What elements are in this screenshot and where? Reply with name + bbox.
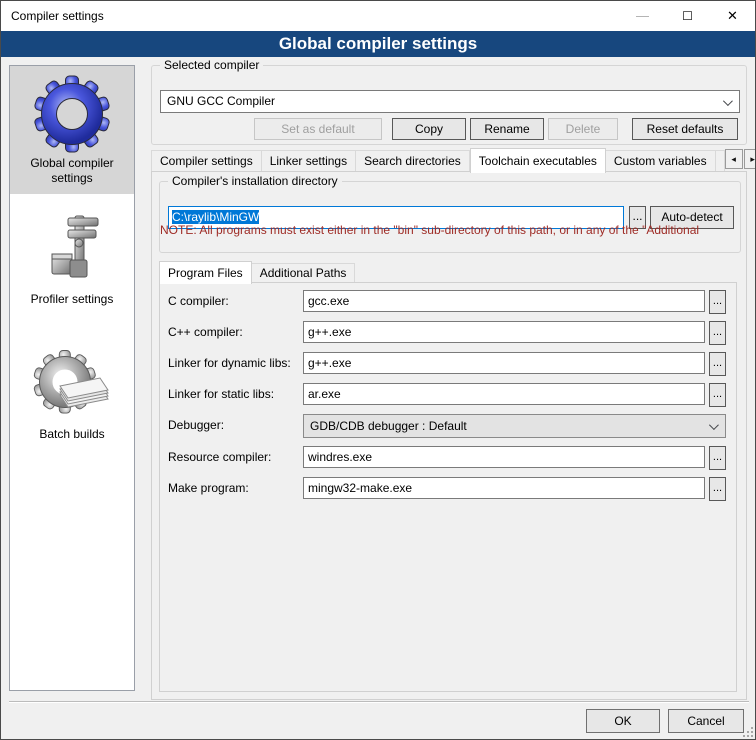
set-as-default-button[interactable]: Set as default [254,118,382,140]
window-title: Compiler settings [11,9,104,23]
tab-scroll-buttons: ◂ ▸ [725,149,756,169]
resize-grip[interactable] [743,727,753,737]
compiler-select[interactable]: GNU GCC Compiler [160,90,740,113]
minimize-icon[interactable]: — [620,1,665,31]
c-compiler-row: C compiler: ... [160,290,736,314]
copy-button[interactable]: Copy [392,118,466,140]
compiler-select-value: GNU GCC Compiler [167,94,275,108]
debugger-select[interactable]: GDB/CDB debugger : Default [303,414,726,438]
c-compiler-input[interactable] [303,290,705,312]
settings-tabstrip: Compiler settings Linker settings Search… [151,147,747,172]
dynamic-linker-input[interactable] [303,352,705,374]
resource-compiler-row: Resource compiler: ... [160,446,736,470]
sidebar-item-batch-builds[interactable]: Batch builds [10,337,134,450]
bin-subdirectory-note: NOTE: All programs must exist either in … [160,223,730,237]
sidebar-item-label: Profiler settings [12,292,132,307]
tab-scroll-left-icon[interactable]: ◂ [725,149,743,169]
resource-compiler-browse-button[interactable]: ... [709,446,726,470]
c-compiler-browse-button[interactable]: ... [709,290,726,314]
static-linker-row: Linker for static libs: ... [160,383,736,407]
field-label: Debugger: [168,418,224,432]
compiler-buttons-row: Set as default Copy Rename Delete Reset … [160,118,738,140]
static-linker-input[interactable] [303,383,705,405]
make-program-row: Make program: ... [160,477,736,501]
tab-linker-settings[interactable]: Linker settings [262,150,356,172]
close-icon[interactable]: ✕ [710,1,755,31]
dialog-body: Global compiler settings [1,57,756,740]
field-label: Linker for dynamic libs: [168,356,291,370]
make-program-input[interactable] [303,477,705,499]
tab-compiler-settings[interactable]: Compiler settings [151,150,262,172]
debugger-select-value: GDB/CDB debugger : Default [310,419,467,433]
make-program-browse-button[interactable]: ... [709,477,726,501]
tab-build-options[interactable]: Build options [716,150,725,172]
chevron-down-icon [709,420,719,430]
selected-compiler-group: Selected compiler GNU GCC Compiler Set a… [151,65,747,145]
cancel-button[interactable]: Cancel [668,709,744,733]
toolchain-executables-page: Compiler's installation directory C:\ray… [151,171,747,700]
settings-category-list: Global compiler settings [9,65,135,691]
subtab-additional-paths[interactable]: Additional Paths [252,263,356,283]
debugger-row: Debugger: GDB/CDB debugger : Default [160,414,736,438]
install-dir-selected-text: C:\raylib\MinGW [172,210,259,224]
titlebar[interactable]: Compiler settings — ☐ ✕ [1,1,755,31]
static-linker-browse-button[interactable]: ... [709,383,726,407]
delete-button[interactable]: Delete [548,118,618,140]
dynamic-linker-browse-button[interactable]: ... [709,352,726,376]
ok-button[interactable]: OK [586,709,660,733]
cpp-compiler-browse-button[interactable]: ... [709,321,726,345]
field-label: Make program: [168,481,249,495]
chevron-down-icon [723,96,733,106]
group-label: Selected compiler [160,58,263,72]
subtab-program-files[interactable]: Program Files [159,261,252,284]
field-label: Linker for static libs: [168,387,274,401]
sidebar-item-label: Batch builds [12,427,132,442]
sidebar-item-label: Global compiler settings [12,156,132,186]
sidebar-item-profiler-settings[interactable]: Profiler settings [10,202,134,315]
field-label: C++ compiler: [168,325,243,339]
tab-search-directories[interactable]: Search directories [356,150,470,172]
sidebar-item-global-compiler-settings[interactable]: Global compiler settings [10,66,134,194]
program-paths-subtabs: Program Files Additional Paths [159,260,355,283]
cpp-compiler-input[interactable] [303,321,705,343]
tab-scroll-right-icon[interactable]: ▸ [744,149,756,169]
caliper-icon [12,208,132,292]
blue-gear-icon [12,72,132,156]
installation-directory-group: Compiler's installation directory C:\ray… [159,181,741,253]
tab-toolchain-executables[interactable]: Toolchain executables [470,148,606,173]
rename-button[interactable]: Rename [470,118,544,140]
maximize-icon[interactable]: ☐ [665,1,710,31]
dynamic-linker-row: Linker for dynamic libs: ... [160,352,736,376]
program-files-panel: C compiler: ... C++ compiler: ... Linker… [159,282,737,692]
footer-separator [9,701,749,703]
group-label: Compiler's installation directory [168,174,342,188]
gray-gear-stack-icon [12,343,132,427]
tab-custom-variables[interactable]: Custom variables [606,150,716,172]
field-label: Resource compiler: [168,450,271,464]
cpp-compiler-row: C++ compiler: ... [160,321,736,345]
resource-compiler-input[interactable] [303,446,705,468]
page-title: Global compiler settings [1,31,755,57]
reset-defaults-button[interactable]: Reset defaults [632,118,738,140]
field-label: C compiler: [168,294,229,308]
compiler-settings-dialog: Compiler settings — ☐ ✕ Global compiler … [0,0,756,740]
